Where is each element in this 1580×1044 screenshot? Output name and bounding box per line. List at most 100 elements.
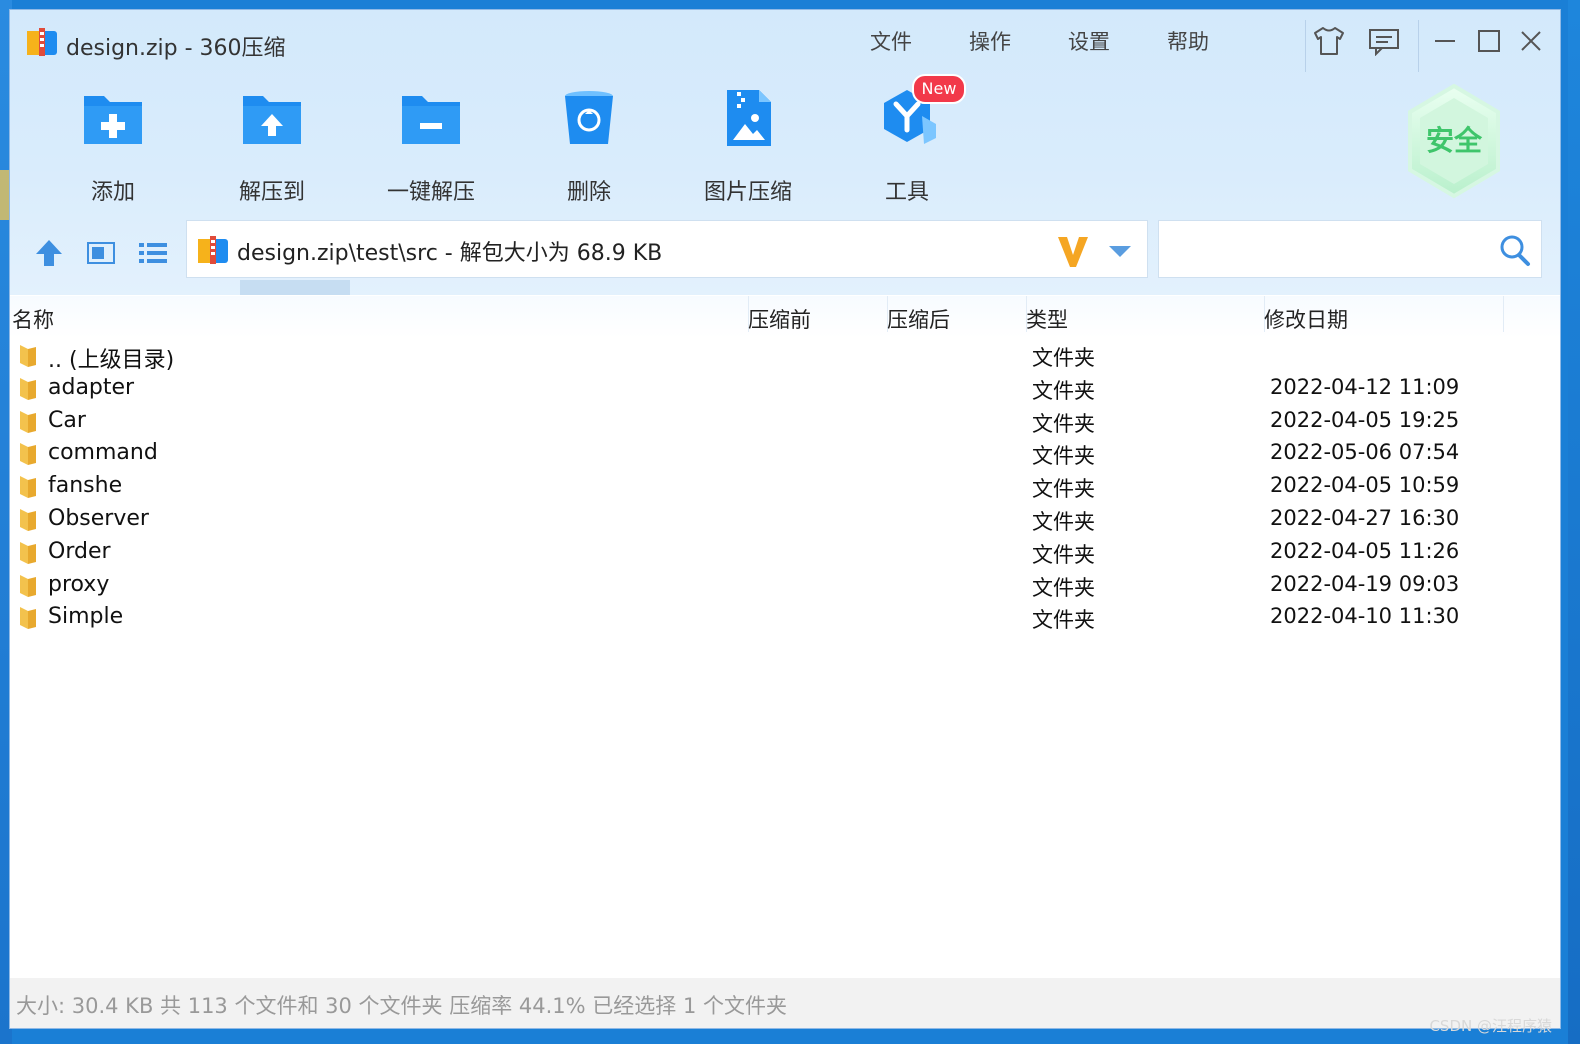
file-row[interactable]: command 文件夹 2022-05-06 07:54 (10, 438, 1560, 471)
folder-icon (20, 345, 36, 367)
up-arrow-icon[interactable] (32, 236, 66, 270)
file-name: Observer (48, 505, 149, 531)
list-view-icon[interactable] (136, 236, 170, 270)
file-name: adapter (48, 374, 135, 400)
file-row[interactable]: Car 文件夹 2022-04-05 19:25 (10, 406, 1560, 439)
column-name[interactable]: 名称 (12, 304, 54, 334)
archive-app-icon (27, 28, 57, 56)
file-name: fanshe (48, 473, 123, 499)
extract-to-label: 解压到 (238, 180, 305, 205)
file-name: proxy (48, 571, 110, 597)
window-title: design.zip - 360压缩 (66, 36, 286, 61)
file-date: 2022-04-05 19:25 (1270, 407, 1460, 432)
folder-icon (20, 377, 36, 400)
file-row[interactable]: Simple 文件夹 2022-04-10 11:30 (10, 602, 1560, 635)
file-type: 文件夹 (1032, 477, 1095, 502)
folder-icon (20, 410, 36, 433)
column-size-before[interactable]: 压缩前 (748, 304, 811, 334)
column-divider[interactable] (1503, 296, 1504, 332)
file-type: 文件夹 (1032, 575, 1095, 600)
folder-icon (20, 607, 36, 630)
file-date: 2022-04-10 11:30 (1270, 604, 1460, 629)
file-type: 文件夹 (1032, 411, 1095, 436)
file-date: 2022-04-19 09:03 (1270, 571, 1460, 596)
column-modified[interactable]: 修改日期 (1264, 304, 1348, 334)
image-compress-icon (727, 90, 771, 146)
extract-to-icon (243, 96, 301, 144)
close-icon[interactable] (1518, 28, 1544, 54)
file-type: 文件夹 (1032, 444, 1095, 469)
file-name: command (48, 440, 158, 466)
file-type: 文件夹 (1032, 509, 1095, 534)
file-row[interactable]: Observer 文件夹 2022-04-27 16:30 (10, 504, 1560, 537)
titlebar-divider (1305, 20, 1306, 72)
add-label: 添加 (90, 180, 135, 205)
menu-file[interactable]: 文件 (870, 26, 969, 56)
add-folder-icon (84, 96, 142, 144)
file-type: 文件夹 (1032, 608, 1095, 633)
status-bar: 大小: 30.4 KB 共 113 个文件和 30 个文件夹 压缩率 44.1%… (10, 978, 1560, 1028)
file-name: Order (48, 538, 111, 564)
chevron-down-icon[interactable] (1105, 241, 1135, 261)
quick-extract-label: 一键解压 (386, 180, 475, 205)
ribbon-header: design.zip - 360压缩 文件 操作 设置 帮助 添加 解压到 一键… (10, 10, 1560, 295)
folder-icon (20, 476, 36, 499)
shirt-icon[interactable] (1312, 26, 1346, 56)
delete-icon (565, 91, 613, 144)
extract-to-button[interactable]: 解压到 (212, 88, 332, 208)
column-type[interactable]: 类型 (1026, 304, 1068, 334)
folder-icon (20, 443, 36, 466)
file-row-parent[interactable]: .. (上级目录) 文件夹 (10, 340, 1560, 373)
menu-bar: 文件 操作 设置 帮助 (870, 26, 1266, 56)
vip-v-icon[interactable] (1055, 231, 1091, 271)
address-path: design.zip\test\src - 解包大小为 68.9 KB (237, 241, 663, 266)
file-row[interactable]: Order 文件夹 2022-04-05 11:26 (10, 537, 1560, 570)
file-name: .. (上级目录) (48, 348, 175, 373)
minimize-icon[interactable] (1432, 28, 1458, 54)
column-header-row: 名称 压缩前 压缩后 类型 修改日期 (10, 296, 1560, 338)
tools-button[interactable]: 工具 (847, 88, 967, 208)
security-badge-label: 安全 (1426, 124, 1483, 157)
quick-extract-button[interactable]: 一键解压 (371, 88, 491, 208)
address-underline (240, 280, 350, 295)
desktop-icon-fragment (0, 170, 10, 220)
app-window: design.zip - 360压缩 文件 操作 设置 帮助 添加 解压到 一键… (10, 10, 1560, 1028)
file-name: Simple (48, 604, 124, 630)
maximize-icon[interactable] (1476, 28, 1502, 54)
column-size-after[interactable]: 压缩后 (887, 304, 950, 334)
file-list: .. (上级目录) 文件夹 adapter 文件夹 2022-04-12 11:… (10, 340, 1560, 635)
image-compress-button[interactable]: 图片压缩 (688, 88, 808, 208)
file-row[interactable]: adapter 文件夹 2022-04-12 11:09 (10, 373, 1560, 406)
search-box (1158, 220, 1542, 278)
file-row[interactable]: proxy 文件夹 2022-04-19 09:03 (10, 570, 1560, 603)
security-badge[interactable]: 安全 (1406, 84, 1502, 200)
status-text: 大小: 30.4 KB 共 113 个文件和 30 个文件夹 压缩率 44.1%… (16, 994, 787, 1018)
image-compress-label: 图片压缩 (703, 180, 792, 205)
quick-extract-icon (402, 96, 460, 144)
add-button[interactable]: 添加 (53, 88, 173, 208)
watermark: CSDN @汪程序猿 (1429, 1017, 1552, 1035)
tools-label: 工具 (884, 180, 929, 205)
file-date: 2022-05-06 07:54 (1270, 440, 1460, 465)
delete-label: 删除 (566, 180, 611, 205)
file-date: 2022-04-12 11:09 (1270, 374, 1460, 399)
delete-button[interactable]: 删除 (529, 88, 649, 208)
archive-icon (198, 236, 228, 264)
preview-pane-icon[interactable] (84, 236, 118, 270)
menu-help[interactable]: 帮助 (1167, 26, 1266, 56)
address-bar[interactable]: design.zip\test\src - 解包大小为 68.9 KB (186, 220, 1148, 278)
feedback-icon[interactable] (1368, 28, 1400, 56)
desktop-background-right (1568, 0, 1580, 1044)
search-input[interactable] (1169, 231, 1493, 269)
file-date: 2022-04-05 11:26 (1270, 538, 1460, 563)
menu-operate[interactable]: 操作 (969, 26, 1068, 56)
file-row[interactable]: fanshe 文件夹 2022-04-05 10:59 (10, 471, 1560, 504)
file-type: 文件夹 (1032, 378, 1095, 403)
folder-icon (20, 574, 36, 597)
folder-icon (20, 508, 36, 531)
menu-settings[interactable]: 设置 (1068, 26, 1167, 56)
file-date: 2022-04-05 10:59 (1270, 473, 1460, 498)
new-badge: New (912, 74, 966, 104)
file-type: 文件夹 (1032, 542, 1095, 567)
search-icon[interactable] (1495, 231, 1535, 269)
